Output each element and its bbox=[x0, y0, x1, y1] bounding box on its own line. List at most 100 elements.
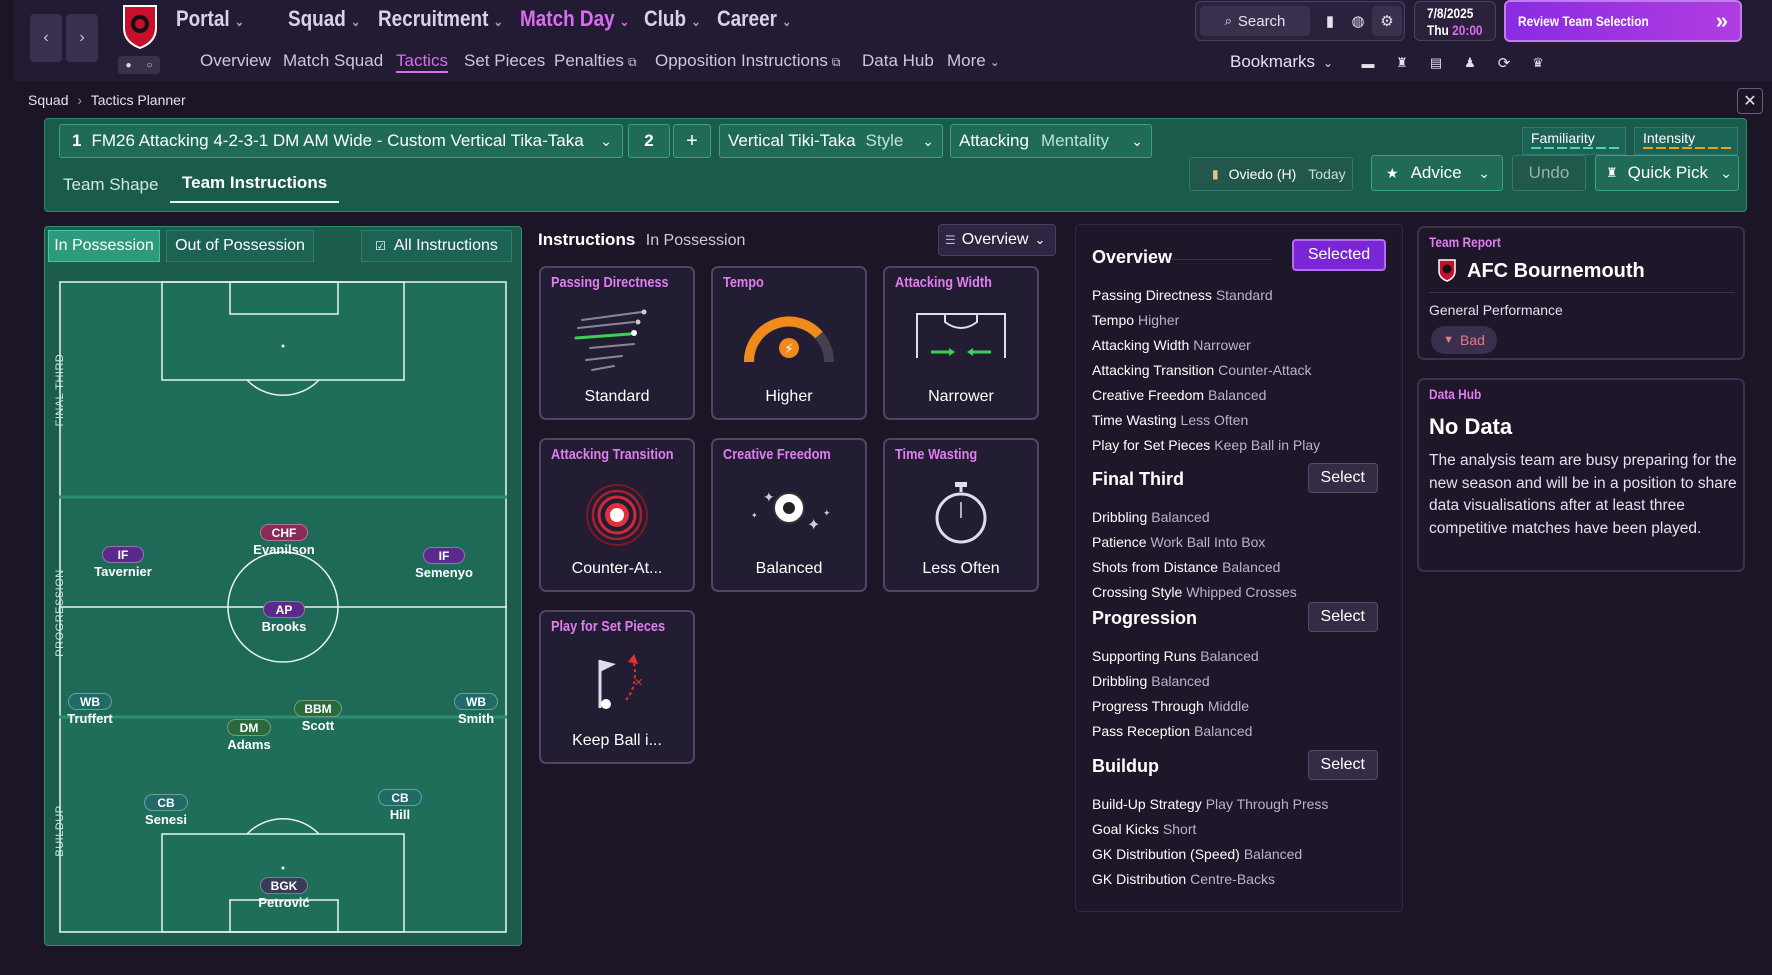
card-attacking-width[interactable]: Attacking Width Narrower bbox=[883, 266, 1039, 420]
date-time-box[interactable]: 7/8/2025 Thu 20:00 bbox=[1414, 1, 1496, 41]
card-creative-freedom[interactable]: Creative Freedom ✦ ✦ ✦ ✦ Balanced bbox=[711, 438, 867, 592]
card-attacking-transition[interactable]: Attacking Transition Counter-At... bbox=[539, 438, 695, 592]
tactic-selector[interactable]: 1 FM26 Attacking 4-2-3-1 DM AM Wide - Cu… bbox=[59, 124, 623, 158]
card-play-for-set-pieces[interactable]: Play for Set Pieces ✕ Keep Ball i... bbox=[539, 610, 695, 764]
chevron-down-icon: ⌄ bbox=[350, 14, 361, 29]
circle-icon: ○ bbox=[146, 59, 153, 71]
overview-selected-button[interactable]: Selected bbox=[1292, 239, 1386, 271]
globe-icon[interactable]: ◍ bbox=[1344, 6, 1372, 36]
chat-icon[interactable]: ▬ bbox=[1356, 52, 1380, 74]
player-role-badge[interactable]: WB bbox=[68, 693, 112, 710]
player-role-badge[interactable]: BGK bbox=[260, 877, 308, 894]
player-role-badge[interactable]: CHF bbox=[260, 524, 308, 541]
tab-in-possession[interactable]: In Possession bbox=[48, 230, 160, 262]
subnav-set-pieces[interactable]: Set Pieces bbox=[464, 51, 545, 71]
player-role-badge[interactable]: AP bbox=[263, 601, 305, 618]
staff-icon[interactable]: ♟ bbox=[1458, 52, 1482, 74]
breadcrumb-squad[interactable]: Squad bbox=[28, 92, 68, 108]
card-tempo[interactable]: Tempo ⚡ Higher bbox=[711, 266, 867, 420]
player-name[interactable]: Truffert bbox=[67, 711, 113, 726]
subnav-overview[interactable]: Overview bbox=[200, 51, 271, 71]
intensity-meter[interactable]: Intensity bbox=[1634, 127, 1738, 155]
player-name[interactable]: Brooks bbox=[262, 619, 307, 634]
subnav-penalties[interactable]: Penalties ⧉ bbox=[554, 51, 637, 71]
player-name[interactable]: Evanilson bbox=[253, 542, 314, 557]
player-name[interactable]: Semenyo bbox=[415, 565, 473, 580]
back-button[interactable]: ‹ bbox=[30, 14, 62, 62]
advice-button[interactable]: ★ Advice ⌄ bbox=[1371, 155, 1503, 191]
tactic-count[interactable]: 2 bbox=[628, 124, 670, 158]
add-tactic-button[interactable]: + bbox=[673, 124, 711, 158]
team-report-panel[interactable]: Team Report AFC Bournemouth General Perf… bbox=[1417, 226, 1745, 360]
review-team-selection-button[interactable]: Review Team Selection » bbox=[1504, 0, 1742, 42]
player-name[interactable]: Smith bbox=[458, 711, 494, 726]
overview-row-key: Time Wasting bbox=[1092, 412, 1177, 428]
player-name[interactable]: Tavernier bbox=[94, 564, 152, 579]
quick-pick-button[interactable]: ♜ Quick Pick ⌄ bbox=[1595, 155, 1739, 191]
nav-club[interactable]: Club ⌄ bbox=[644, 6, 701, 32]
kit-icon[interactable]: ♜ bbox=[1390, 52, 1414, 74]
card-time-wasting[interactable]: Time Wasting Less Often bbox=[883, 438, 1039, 592]
mentality-selector[interactable]: Attacking Mentality ⌄ bbox=[950, 124, 1152, 158]
progression-title: Progression bbox=[1092, 608, 1198, 628]
subnav-data-hub[interactable]: Data Hub bbox=[862, 51, 934, 71]
familiarity-meter[interactable]: Familiarity bbox=[1522, 127, 1626, 155]
buildup-select-button[interactable]: Select bbox=[1307, 750, 1378, 780]
bookmark-icon[interactable]: ▮ bbox=[1316, 6, 1344, 36]
player-role-badge[interactable]: BBM bbox=[294, 700, 342, 717]
final-third-select-button[interactable]: Select bbox=[1307, 463, 1378, 493]
style-selector[interactable]: Vertical Tiki-Taka Style ⌄ bbox=[719, 124, 943, 158]
club-crest-icon[interactable] bbox=[120, 2, 160, 50]
subnav-tactics[interactable]: Tactics bbox=[396, 51, 448, 73]
refresh-icon[interactable]: ⟳ bbox=[1492, 52, 1516, 74]
gear-icon[interactable]: ⚙ bbox=[1372, 6, 1402, 36]
nav-recruitment[interactable]: Recruitment ⌄ bbox=[378, 6, 503, 32]
player-role-badge[interactable]: CB bbox=[378, 789, 422, 806]
tab-team-shape[interactable]: Team Shape bbox=[63, 175, 158, 195]
tab-out-of-possession[interactable]: Out of Possession bbox=[166, 230, 314, 262]
trophy-icon[interactable]: ♛ bbox=[1526, 52, 1550, 74]
clipboard-icon[interactable]: ▤ bbox=[1424, 52, 1448, 74]
tempo-gauge-icon: ⚡ bbox=[713, 308, 865, 368]
all-instructions-button[interactable]: ☑ All Instructions bbox=[361, 230, 512, 262]
overview-row-value: Balanced bbox=[1151, 509, 1210, 525]
player-name[interactable]: Senesi bbox=[145, 812, 187, 827]
player-role-badge[interactable]: CB bbox=[144, 794, 188, 811]
player-role-badge[interactable]: DM bbox=[227, 719, 271, 736]
search-button[interactable]: ⌕ Search bbox=[1200, 6, 1310, 36]
nav-portal[interactable]: Portal ⌄ bbox=[176, 6, 244, 32]
player-name[interactable]: Petrović bbox=[258, 895, 309, 910]
overview-row: Shots from Distance Balanced bbox=[1092, 559, 1280, 575]
view-selector[interactable]: ☰ Overview ⌄ bbox=[938, 224, 1056, 256]
overview-row: Supporting Runs Balanced bbox=[1092, 648, 1259, 664]
overview-row-value: Less Often bbox=[1180, 412, 1249, 428]
club-status-icons[interactable]: ● ○ bbox=[118, 56, 160, 74]
player-role-badge[interactable]: IF bbox=[423, 547, 465, 564]
card-passing-directness[interactable]: Passing Directness Standard bbox=[539, 266, 695, 420]
fixture-info[interactable]: ▮ Oviedo (H) Today bbox=[1189, 157, 1353, 191]
bookmarks-dropdown[interactable]: Bookmarks ⌄ bbox=[1230, 52, 1333, 72]
player-role-badge[interactable]: IF bbox=[102, 546, 144, 563]
general-performance-label: General Performance bbox=[1429, 302, 1563, 318]
player-name[interactable]: Adams bbox=[227, 737, 270, 752]
close-button[interactable]: ✕ bbox=[1737, 88, 1763, 114]
subnav-opposition-instructions[interactable]: Opposition Instructions ⧉ bbox=[655, 51, 841, 71]
subnav-more[interactable]: More ⌄ bbox=[947, 51, 1000, 71]
subnav-match-squad[interactable]: Match Squad bbox=[283, 51, 383, 71]
overview-row: Crossing Style Whipped Crosses bbox=[1092, 584, 1297, 600]
tab-team-instructions[interactable]: Team Instructions bbox=[170, 165, 340, 203]
undo-button[interactable]: Undo bbox=[1512, 155, 1586, 191]
forward-button[interactable]: › bbox=[66, 14, 98, 62]
nav-match-day[interactable]: Match Day ⌄ bbox=[520, 6, 629, 32]
close-icon: ✕ bbox=[1743, 93, 1757, 110]
player-name[interactable]: Hill bbox=[390, 807, 410, 822]
overview-row-value: Balanced bbox=[1243, 846, 1303, 862]
data-hub-panel[interactable]: Data Hub No Data The analysis team are b… bbox=[1417, 378, 1745, 572]
nav-squad[interactable]: Squad ⌄ bbox=[288, 6, 360, 32]
player-role-badge[interactable]: WB bbox=[454, 693, 498, 710]
progression-select-button[interactable]: Select bbox=[1307, 602, 1378, 632]
nav-career[interactable]: Career ⌄ bbox=[717, 6, 791, 32]
current-date: 7/8/2025 bbox=[1427, 5, 1474, 21]
player-name[interactable]: Scott bbox=[302, 718, 335, 733]
svg-text:⚡: ⚡ bbox=[784, 342, 793, 357]
